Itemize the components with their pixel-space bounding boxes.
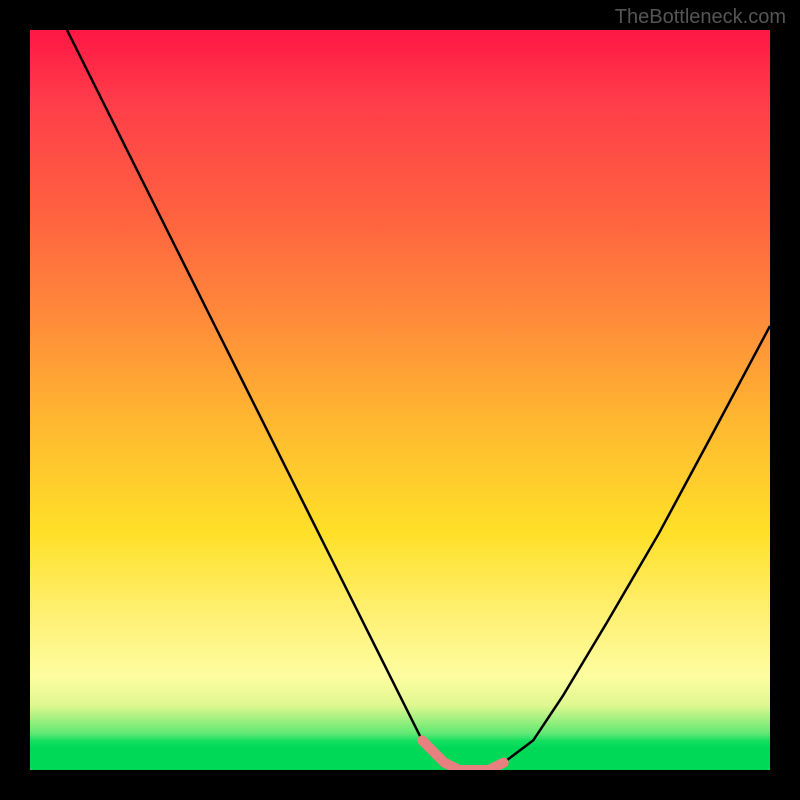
minimum-marker (422, 740, 503, 770)
curve-layer (30, 30, 770, 770)
chart-container (30, 30, 770, 770)
bottleneck-curve (67, 30, 770, 770)
watermark-text: TheBottleneck.com (615, 6, 786, 29)
